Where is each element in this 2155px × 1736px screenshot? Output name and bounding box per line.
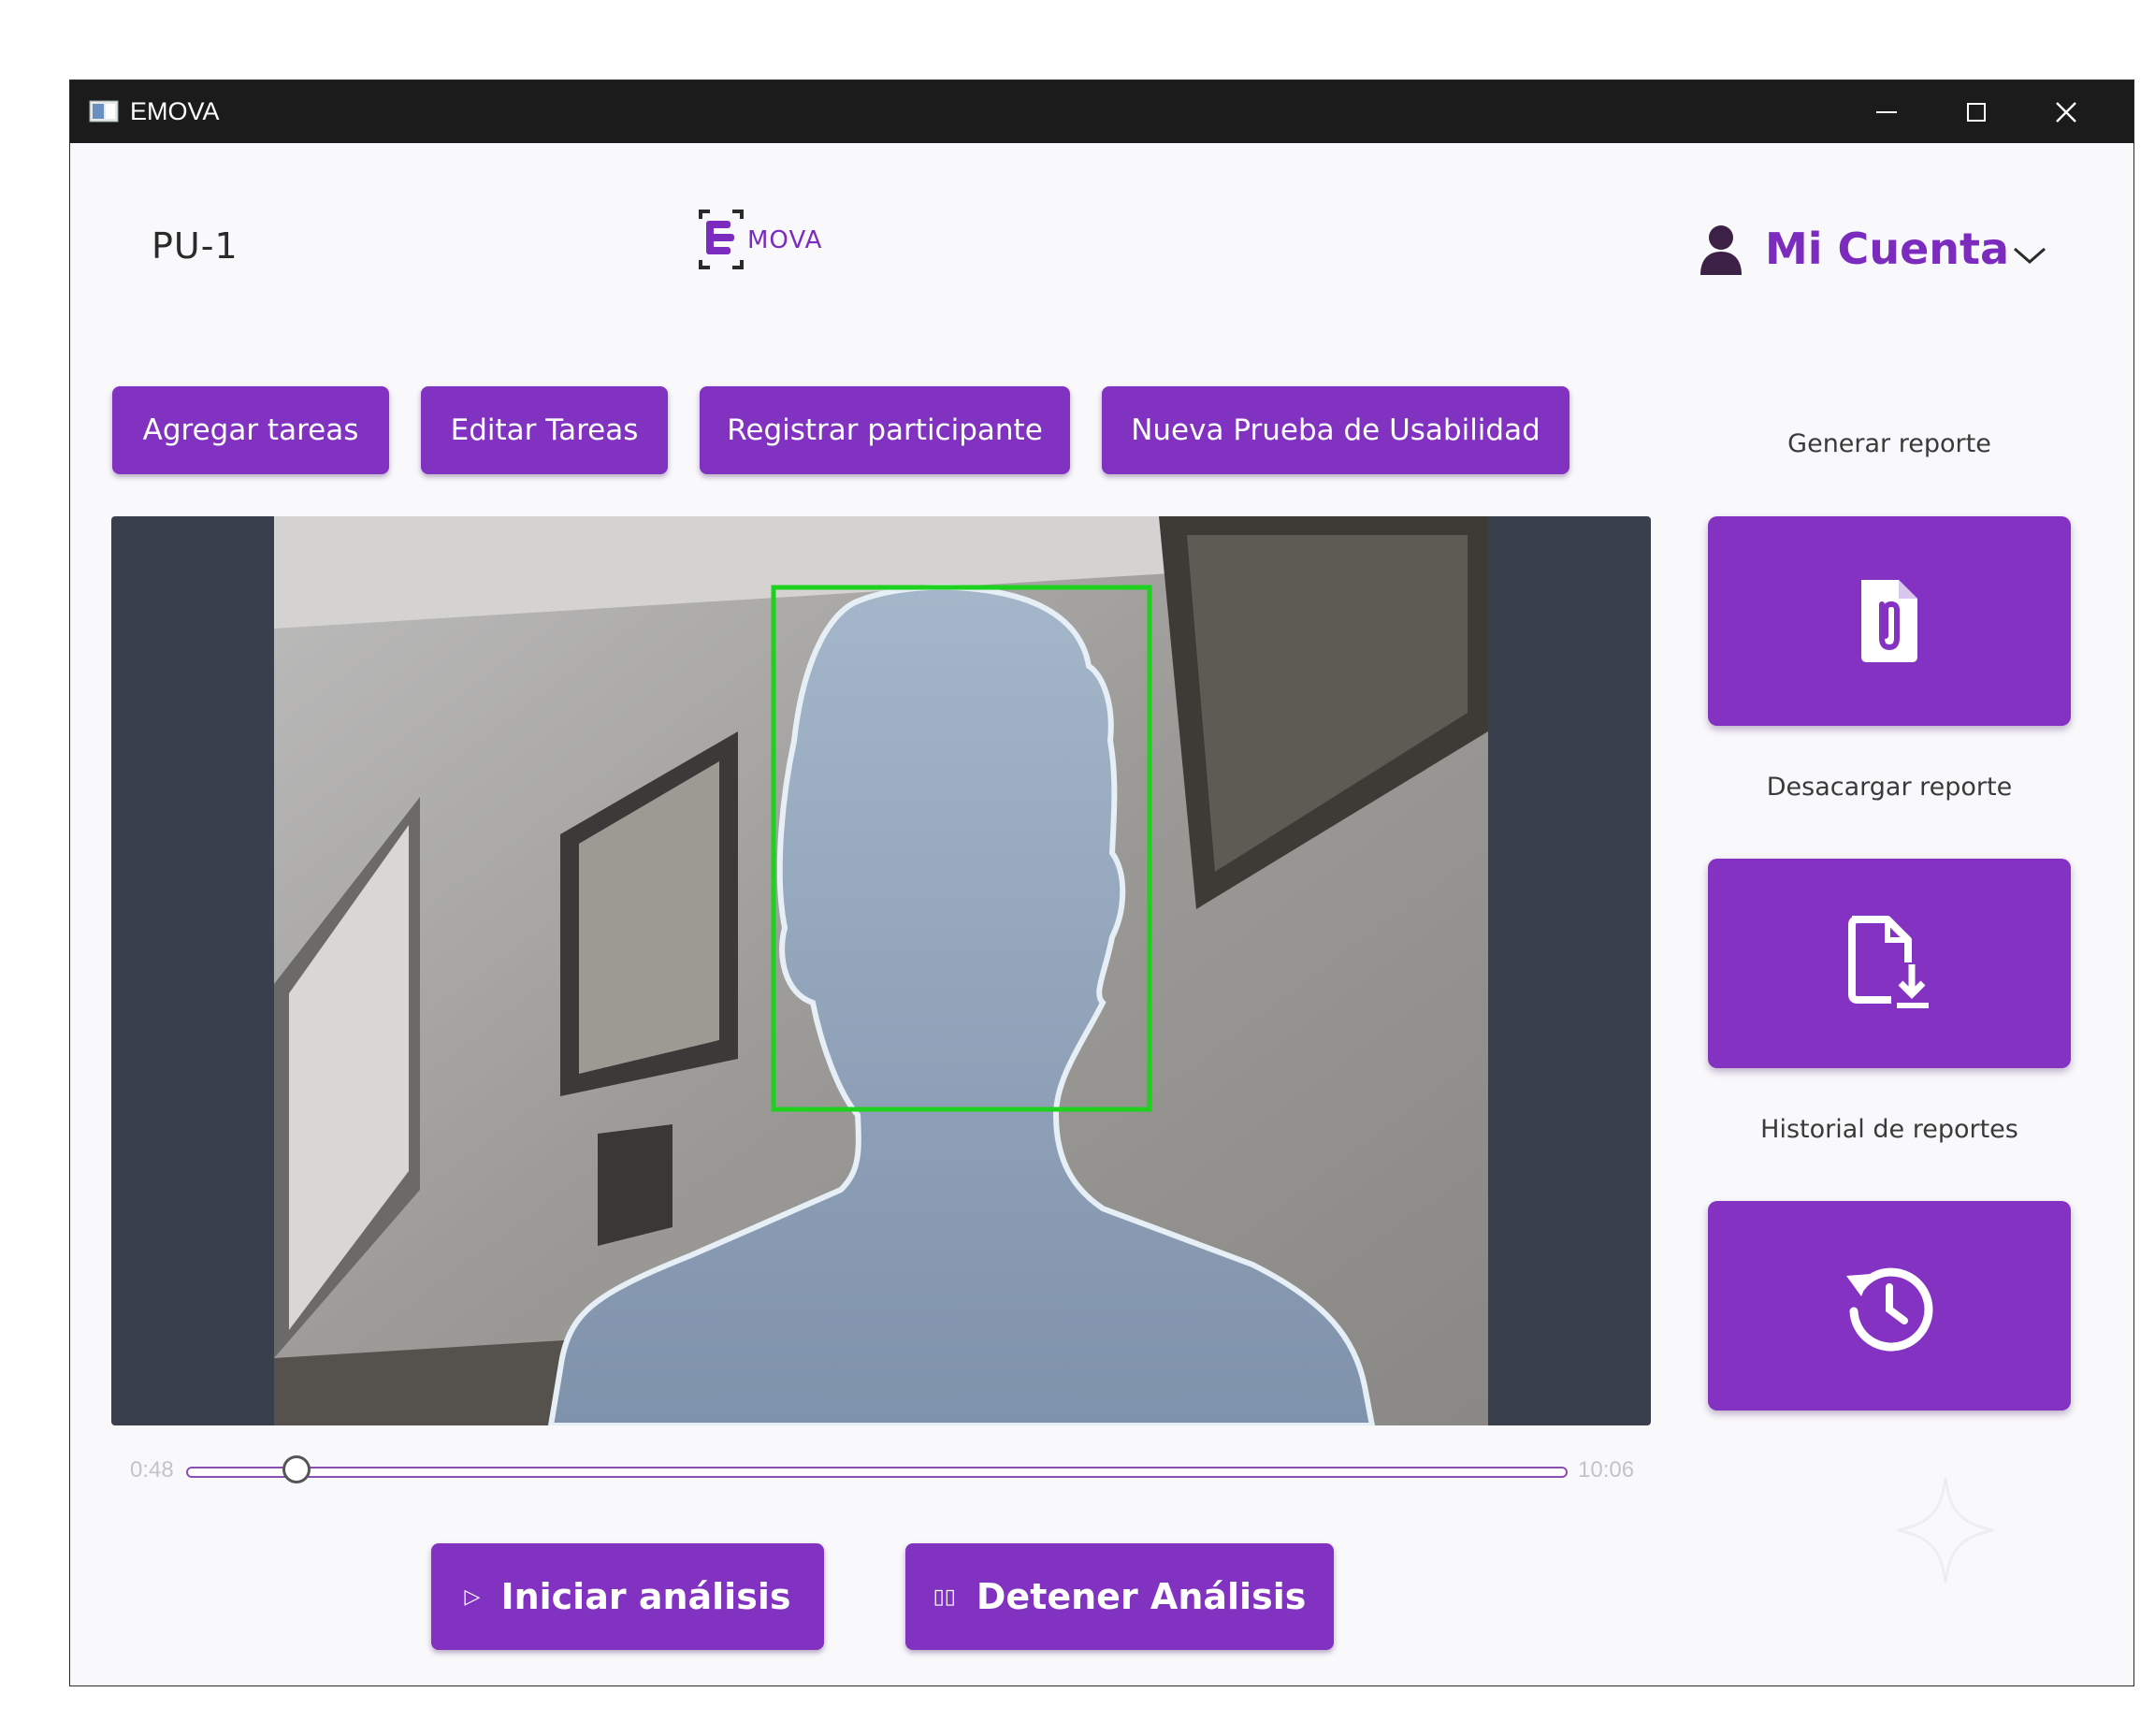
generate-report-label: Generar reporte [1787, 429, 1991, 458]
report-history-button[interactable] [1708, 1201, 2071, 1410]
add-tasks-button[interactable]: Agregar tareas [112, 386, 389, 474]
register-participant-label: Registrar participante [727, 413, 1043, 447]
sparkle-icon [1897, 1477, 1994, 1584]
start-analysis-label: Iniciar análisis [500, 1576, 791, 1617]
register-participant-button[interactable]: Registrar participante [700, 386, 1070, 474]
file-attachment-icon [1861, 580, 1917, 662]
slider-thumb[interactable] [282, 1455, 311, 1483]
edit-tasks-label: Editar Tareas [450, 413, 639, 447]
app-window-icon [89, 100, 119, 123]
new-usability-test-label: Nueva Prueba de Usabilidad [1131, 413, 1540, 447]
total-time: 10:06 [1578, 1457, 1635, 1483]
stop-analysis-button[interactable]: ▯▯ Detener Análisis [905, 1543, 1334, 1650]
play-icon: ▷ [464, 1584, 481, 1609]
window-title: EMOVA [130, 97, 220, 125]
slider-track[interactable] [186, 1467, 1568, 1478]
emova-logo: MOVA [695, 206, 835, 273]
add-tasks-label: Agregar tareas [142, 413, 359, 447]
edit-tasks-button[interactable]: Editar Tareas [421, 386, 668, 474]
generate-report-button[interactable] [1708, 516, 2071, 726]
minimize-icon [1876, 110, 1897, 113]
stop-analysis-label: Detener Análisis [976, 1576, 1307, 1617]
history-icon [1846, 1267, 1933, 1352]
download-report-label: Desacargar reporte [1766, 773, 2013, 802]
maximize-button[interactable] [1931, 80, 2021, 143]
logo-text: MOVA [747, 226, 823, 254]
chevron-down-icon [2014, 247, 2047, 264]
minimize-button[interactable] [1842, 80, 1931, 143]
download-report-button[interactable] [1708, 859, 2071, 1068]
emova-logo-icon [699, 210, 744, 269]
close-icon [2056, 101, 2076, 123]
new-usability-test-button[interactable]: Nueva Prueba de Usabilidad [1102, 386, 1569, 474]
app-window: EMOVA PU-1 MOVA Mi Cuenta Agregar tareas… [70, 80, 2133, 1685]
maximize-icon [1967, 102, 1986, 122]
camera-frame-image [274, 516, 1488, 1425]
title-bar[interactable]: EMOVA [70, 80, 2133, 143]
file-download-icon [1848, 916, 1929, 1008]
report-history-label: Historial de reportes [1760, 1115, 2018, 1144]
project-id-label: PU-1 [152, 225, 239, 267]
current-time: 0:48 [130, 1457, 174, 1483]
user-icon [1700, 225, 1742, 275]
account-label: Mi Cuenta [1765, 224, 2010, 274]
start-analysis-button[interactable]: ▷ Iniciar análisis [431, 1543, 824, 1650]
pause-icon: ▯▯ [933, 1584, 956, 1609]
close-button[interactable] [2021, 80, 2111, 143]
playback-slider[interactable]: 0:48 10:06 [111, 1446, 1651, 1493]
account-menu[interactable]: Mi Cuenta [1698, 216, 2048, 282]
camera-preview [111, 516, 1651, 1425]
